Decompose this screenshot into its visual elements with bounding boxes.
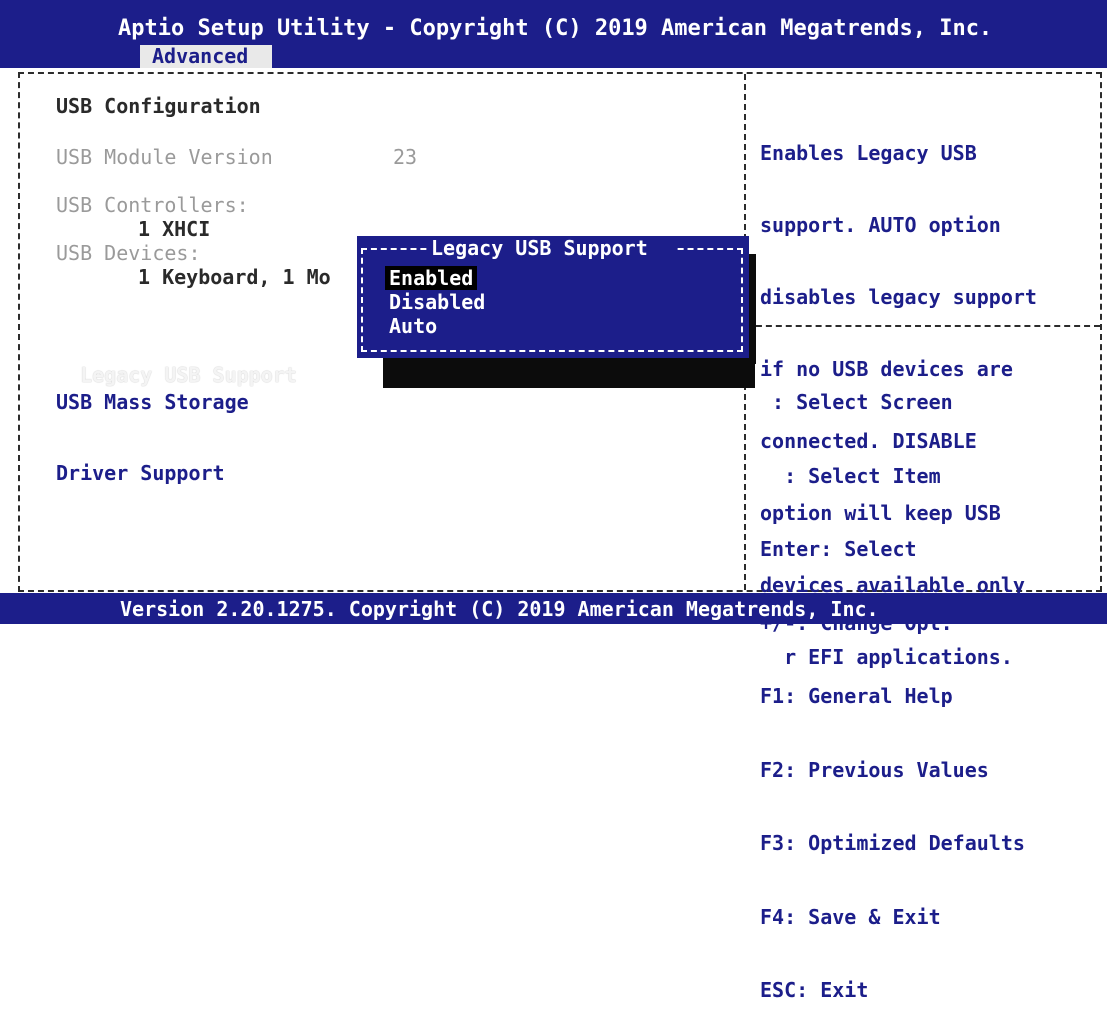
module-version-label: USB Module Version [56,145,273,169]
devices-label: USB Devices: [56,241,201,265]
help-line: support. AUTO option [760,213,1001,237]
help-line: Enables Legacy USB [760,141,977,165]
app-title: Aptio Setup Utility - Copyright (C) 2019… [118,16,993,41]
controllers-label: USB Controllers: [56,193,249,217]
tab-advanced[interactable]: Advanced [140,45,272,68]
popup-option-disabled[interactable]: Disabled [385,290,489,314]
footer-text: Version 2.20.1275. Copyright (C) 2019 Am… [120,597,879,621]
popup-option-auto[interactable]: Auto [385,314,441,338]
legacy-usb-support-item[interactable]: Legacy USB Support [56,315,306,387]
legacy-usb-support-popup: Legacy USB Support Enabled Disabled Auto [357,236,749,358]
mass-storage-label-line2: Driver Support [56,461,225,485]
key-help-line: ESC: Exit [760,978,869,1002]
popup-shadow [383,358,755,388]
section-title: USB Configuration [56,94,261,118]
popup-shadow-side [748,254,756,364]
popup-option-enabled[interactable]: Enabled [385,266,478,290]
key-help-line: F1: General Help [760,684,953,708]
mass-storage-item[interactable]: USB Mass Storage Driver Support [56,342,249,509]
help-line: disables legacy support [760,285,1037,309]
key-help-line: F2: Previous Values [760,757,989,782]
key-help-line: F4: Save & Exit [760,904,941,929]
key-help: : Select Screen : Select Item Enter: Sel… [760,341,1025,1027]
key-help-line: : Select Screen [760,390,953,414]
module-version-value: 23 [393,145,418,169]
key-help-line: Enter: Select [760,537,917,561]
controllers-value: 1 XHCI [138,217,211,241]
devices-value: 1 Keyboard, 1 Mo [138,265,331,289]
popup-title: Legacy USB Support [431,236,648,260]
mass-storage-label-line1: USB Mass Storage [56,390,249,414]
key-help-line: : Select Item [760,463,941,488]
key-help-line: F3: Optimized Defaults [760,831,1025,855]
